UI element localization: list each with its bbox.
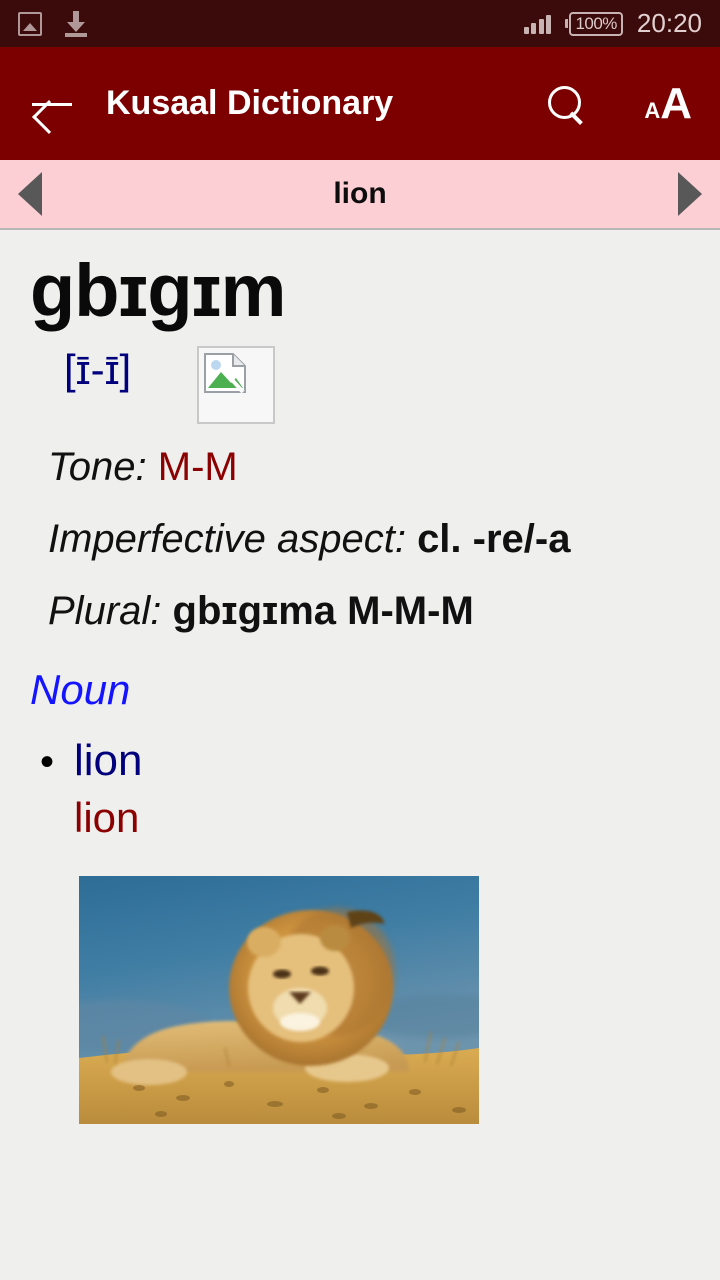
status-bar-left-icons <box>18 10 88 37</box>
headword: gbɪgɪm <box>30 249 286 332</box>
app-bar-actions: AA <box>546 78 692 128</box>
field-plural: Plural: gbɪgɪma M-M-M <box>0 582 720 640</box>
status-bar-right-icons: 100% 20:20 <box>523 8 702 39</box>
triangle-right-icon <box>678 172 702 216</box>
field-imperfective-aspect: Imperfective aspect: cl. -re/-a <box>0 510 720 568</box>
field-imperfective-aspect-value: cl. -re/-a <box>417 516 571 561</box>
current-entry-label: lion <box>333 177 387 210</box>
page-title: Kusaal Dictionary <box>106 84 394 122</box>
sense-gloss-english: lion <box>74 793 140 841</box>
pronunciation: [ɪ̄-ɪ̄] <box>64 345 132 393</box>
signal-strength-icon <box>523 14 552 34</box>
field-plural-label: Plural: <box>48 588 162 633</box>
entry-navigation-bar: lion <box>0 160 720 230</box>
field-plural-value: gbɪgɪma M-M-M <box>172 588 474 633</box>
field-tone-label: Tone: <box>48 444 147 489</box>
lion-photo-graphic <box>79 875 479 1124</box>
triangle-left-icon <box>18 172 42 216</box>
field-tone: Tone: M-M <box>0 438 720 496</box>
sense-list: • lion lion <box>0 736 720 842</box>
dictionary-entry: gbɪgɪm [ɪ̄-ɪ̄] Tone: M-M Imperfective as… <box>0 230 720 1280</box>
font-size-large-a: A <box>660 78 692 128</box>
gallery-icon <box>18 11 42 36</box>
clock-label: 20:20 <box>636 8 702 38</box>
list-item: • lion <box>40 736 720 786</box>
search-icon[interactable] <box>546 84 586 124</box>
bullet-icon: • <box>40 739 55 784</box>
lion-photograph[interactable] <box>79 875 479 1124</box>
next-entry-button[interactable] <box>660 172 720 216</box>
entry-photo-container <box>0 875 720 1124</box>
back-arrow-icon[interactable] <box>28 84 76 124</box>
part-of-speech[interactable]: Noun <box>0 666 720 714</box>
previous-entry-button[interactable] <box>0 172 60 216</box>
field-tone-value: M-M <box>157 444 238 489</box>
app-bar: Kusaal Dictionary AA <box>0 47 720 160</box>
status-bar: 100% 20:20 <box>0 0 720 47</box>
field-imperfective-aspect-label: Imperfective aspect: <box>48 516 406 561</box>
battery-percent-label: 100% <box>569 11 623 36</box>
font-size-small-a: A <box>644 97 661 123</box>
font-size-icon[interactable]: AA <box>644 78 692 128</box>
download-icon <box>64 10 88 37</box>
broken-image-glyph <box>204 352 247 394</box>
broken-image-icon[interactable] <box>197 345 276 424</box>
pronunciation-row: [ɪ̄-ɪ̄] <box>0 345 720 424</box>
battery-icon: 100% <box>565 11 623 36</box>
sense-gloss[interactable]: lion <box>74 736 143 786</box>
